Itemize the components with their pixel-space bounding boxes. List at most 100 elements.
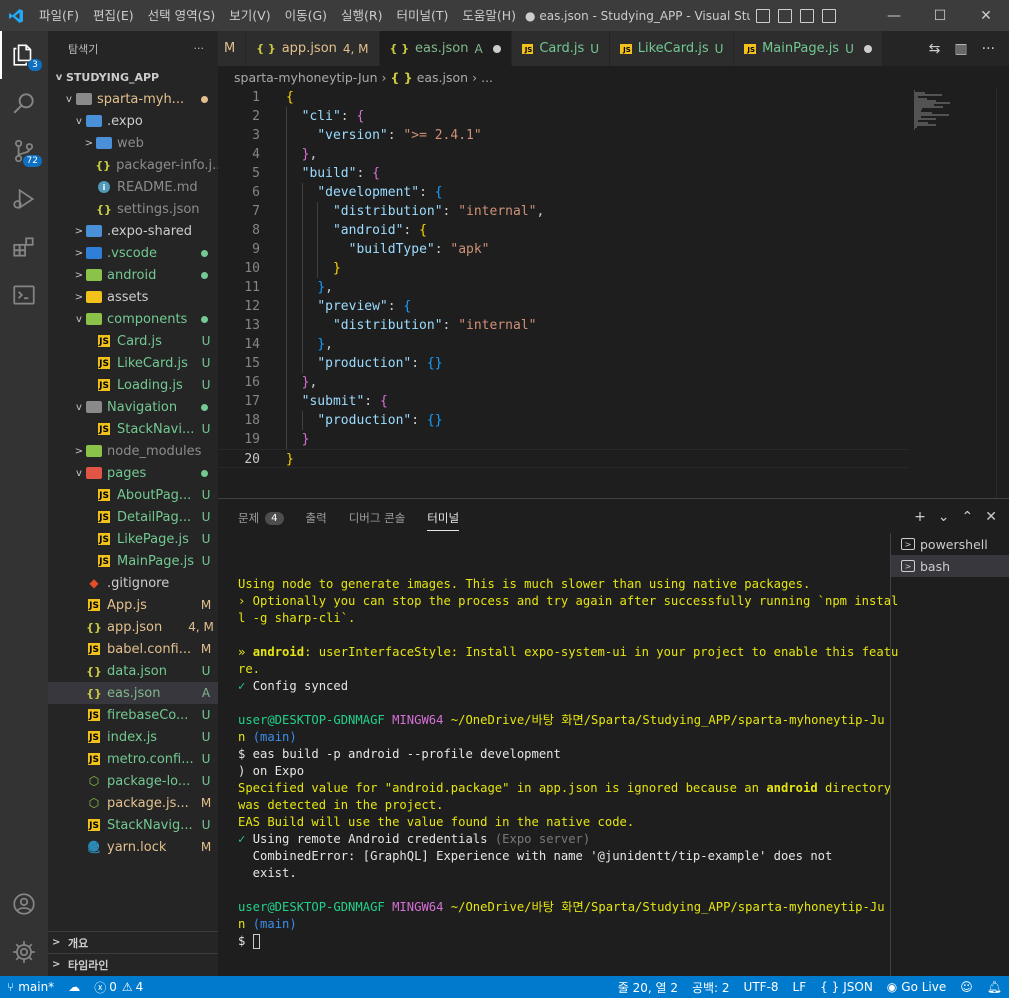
tree-item[interactable]: {} packager-info.j... [48,154,218,176]
tree-item[interactable]: > .expo-shared [48,220,218,242]
sync-icon[interactable]: ☁ [61,980,87,994]
outline-section[interactable]: > 개요 [48,931,218,953]
split-editor-icon[interactable]: ▥ [954,41,967,57]
terminal-instance[interactable]: > powershell [891,533,1009,555]
explorer-more-icon[interactable]: ··· [194,42,205,55]
more-actions-icon[interactable]: ··· [982,41,995,57]
source-control-icon[interactable]: 72 [0,127,48,175]
tree-item[interactable]: v pages [48,462,218,484]
language-mode[interactable]: { } JSON [813,980,880,994]
settings-gear-icon[interactable] [0,928,48,976]
terminal-output[interactable]: Using node to generate images. This is m… [238,559,898,950]
tree-item[interactable]: > assets [48,286,218,308]
minimize-icon[interactable]: — [871,0,917,31]
tree-item[interactable]: JS StackNavig... U [48,814,218,836]
breadcrumb-file[interactable]: eas.json [417,70,468,85]
close-window-icon[interactable]: ✕ [963,0,1009,31]
indentation[interactable]: 공백: 2 [685,979,737,996]
problems-status[interactable]: ⓧ 0 ⚠ 4 [87,979,150,996]
editor-tab[interactable]: JS MainPage.js U [734,31,883,66]
new-terminal-icon[interactable]: + [914,509,926,525]
tree-item[interactable]: v Navigation [48,396,218,418]
menu-item-1[interactable]: 편집(E) [86,0,141,31]
editor-tab[interactable]: JS LikeCard.js U [610,31,735,66]
breadcrumb-more[interactable]: ... [481,70,493,85]
menu-item-3[interactable]: 보기(V) [222,0,277,31]
tree-item[interactable]: ⬡ package-lo... U [48,770,218,792]
code-editor[interactable]: 1{2 "cli": {3 "version": ">= 2.4.1" 4 }, 5… [218,88,1009,498]
tree-item[interactable]: JS App.js M [48,594,218,616]
editor-tab[interactable]: M [218,31,247,66]
tree-item[interactable]: JS MainPage.js U [48,550,218,572]
notifications-icon[interactable]: 🔔︎ [980,980,1009,994]
extensions-icon[interactable] [0,223,48,271]
maximize-icon[interactable]: ☐ [917,0,963,31]
maximize-panel-icon[interactable]: ⌃ [962,509,974,525]
tree-item[interactable]: ⬡ package.js... M [48,792,218,814]
unsaved-dot-icon[interactable] [863,44,872,53]
search-icon[interactable] [0,79,48,127]
toggle-sidebar-icon[interactable] [756,8,771,23]
tree-item[interactable]: JS Card.js U [48,330,218,352]
tree-item[interactable]: > node_modules [48,440,218,462]
timeline-section[interactable]: > 타임라인 [48,953,218,975]
tree-item[interactable]: > web [48,132,218,154]
project-root[interactable]: v STUDYING_APP [48,66,218,88]
editor-scrollbar[interactable] [996,88,1009,498]
breadcrumb-folder[interactable]: sparta-myhoneytip-Jun [234,70,378,85]
tree-item[interactable]: JS metro.confi... U [48,748,218,770]
tree-item[interactable]: JS Loading.js U [48,374,218,396]
branch-status[interactable]: ⑂ main* [0,980,61,994]
toggle-secondary-sidebar-icon[interactable] [800,8,815,23]
tree-item[interactable]: JS LikePage.js U [48,528,218,550]
tree-item[interactable]: JS babel.confi... M [48,638,218,660]
tree-item[interactable]: JS StackNavi... U [48,418,218,440]
tree-item[interactable]: v components [48,308,218,330]
tree-item[interactable]: {} data.json U [48,660,218,682]
close-panel-icon[interactable]: ✕ [985,509,997,525]
terminal-view-icon[interactable] [0,271,48,319]
tab-problems[interactable]: 문제 4 [238,499,284,537]
tree-item[interactable]: JS index.js U [48,726,218,748]
unsaved-dot-icon[interactable] [492,44,501,53]
end-of-line[interactable]: LF [786,980,814,994]
tree-item[interactable]: > android [48,264,218,286]
accounts-icon[interactable] [0,880,48,928]
editor-tab[interactable]: JS Card.js U [511,31,611,66]
run-debug-icon[interactable] [0,175,48,223]
explorer-icon[interactable]: 3 [0,31,48,79]
tree-item[interactable]: 🧶︎ yarn.lock M [48,836,218,858]
editor-tab[interactable]: { } eas.json A [379,31,512,66]
tree-item[interactable]: ◆ .gitignore [48,572,218,594]
go-live-button[interactable]: ◉ Go Live [880,980,953,994]
tree-item[interactable]: JS DetailPag... U [48,506,218,528]
minimap[interactable] [910,88,1008,130]
tree-item[interactable]: > .vscode [48,242,218,264]
feedback-icon[interactable]: ☺ [953,980,980,994]
tree-item[interactable]: v sparta-myh... [48,88,218,110]
customize-layout-icon[interactable] [822,8,837,23]
terminal-instance[interactable]: > bash [891,555,1009,577]
toggle-panel-icon[interactable] [778,8,793,23]
cursor-position[interactable]: 줄 20, 열 2 [611,979,685,996]
terminal-dropdown-icon[interactable]: ⌄ [938,509,950,525]
tab-debug-console[interactable]: 디버그 콘솔 [349,499,406,537]
tree-item[interactable]: JS AboutPag... U [48,484,218,506]
menu-item-5[interactable]: 실행(R) [334,0,389,31]
menu-item-0[interactable]: 파일(F) [32,0,86,31]
tree-item[interactable]: {} app.json 4, M [48,616,218,638]
menu-item-2[interactable]: 선택 영역(S) [141,0,223,31]
tree-item[interactable]: i README.md [48,176,218,198]
menu-item-6[interactable]: 터미널(T) [390,0,456,31]
editor-tab[interactable]: { } app.json 4, M [246,31,380,66]
tab-terminal[interactable]: 터미널 [427,499,459,537]
tab-output[interactable]: 출력 [306,499,327,537]
tree-item[interactable]: {} settings.json [48,198,218,220]
tree-item[interactable]: JS firebaseCo... U [48,704,218,726]
tree-item[interactable]: v .expo [48,110,218,132]
tree-item[interactable]: JS LikeCard.js U [48,352,218,374]
tree-item[interactable]: {} eas.json A [48,682,218,704]
encoding[interactable]: UTF-8 [737,980,786,994]
menu-item-7[interactable]: 도움말(H) [455,0,523,31]
menu-item-4[interactable]: 이동(G) [278,0,334,31]
